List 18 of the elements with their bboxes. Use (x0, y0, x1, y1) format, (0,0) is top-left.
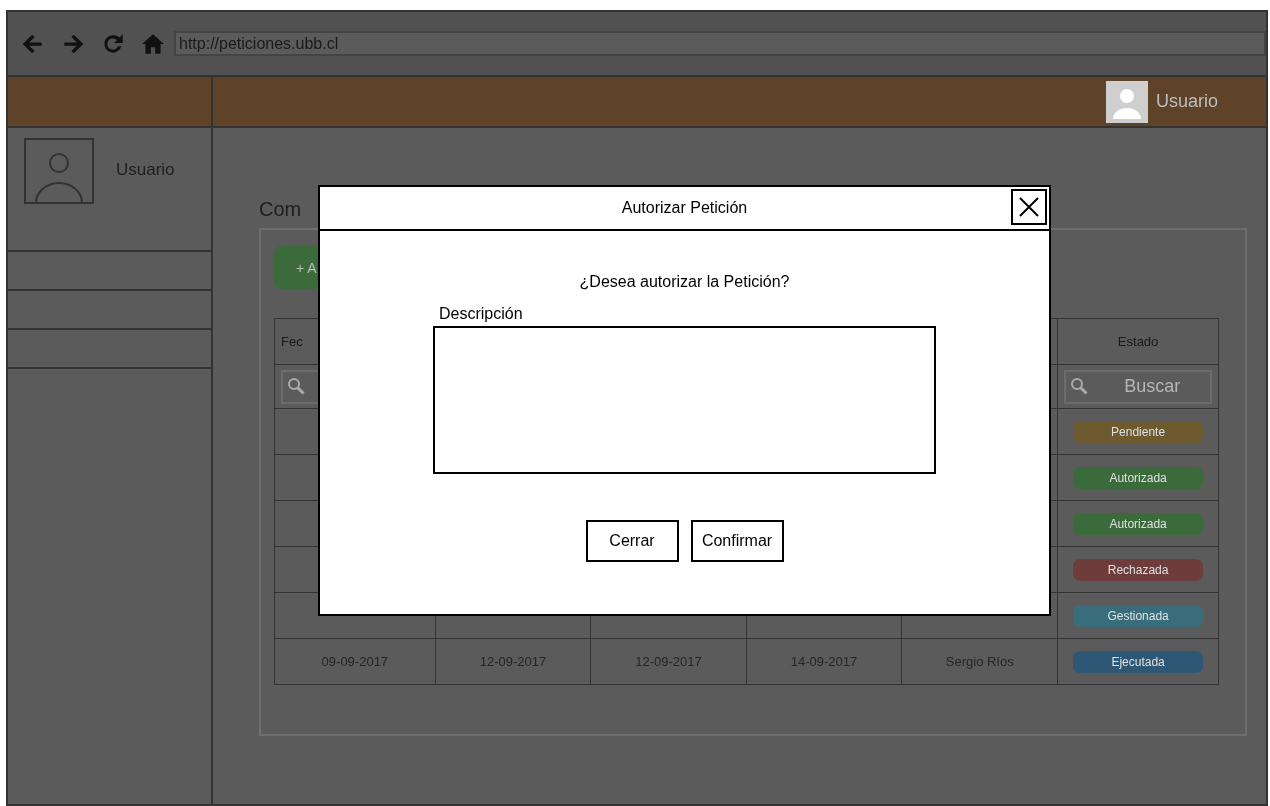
address-bar[interactable]: http://peticiones.ubb.cl (174, 31, 1266, 56)
status-badge: Autorizada (1073, 466, 1204, 489)
status-badge: Rechazada (1073, 558, 1204, 581)
user-name[interactable]: Usuario (1155, 91, 1218, 112)
search-field[interactable]: Buscar (1064, 369, 1212, 404)
column-header: Fec (281, 334, 303, 349)
field-label: Descripción (438, 305, 523, 323)
status-badge: Gestionada (1073, 604, 1204, 627)
dialog-title: Autorizar Petición (621, 199, 748, 217)
close-button[interactable]: Cerrar (585, 520, 679, 562)
column-header: Estado (1117, 334, 1159, 349)
confirm-button[interactable]: Confirmar (690, 520, 784, 562)
status-badge: Ejecutada (1073, 650, 1204, 673)
user-name: Usuario (116, 160, 175, 180)
page-title: Com (259, 198, 302, 222)
dialog-question: ¿Desea autorizar la Petición? (579, 273, 790, 291)
status-badge: Pendiente (1073, 420, 1204, 443)
status-badge: Autorizada (1073, 512, 1204, 535)
